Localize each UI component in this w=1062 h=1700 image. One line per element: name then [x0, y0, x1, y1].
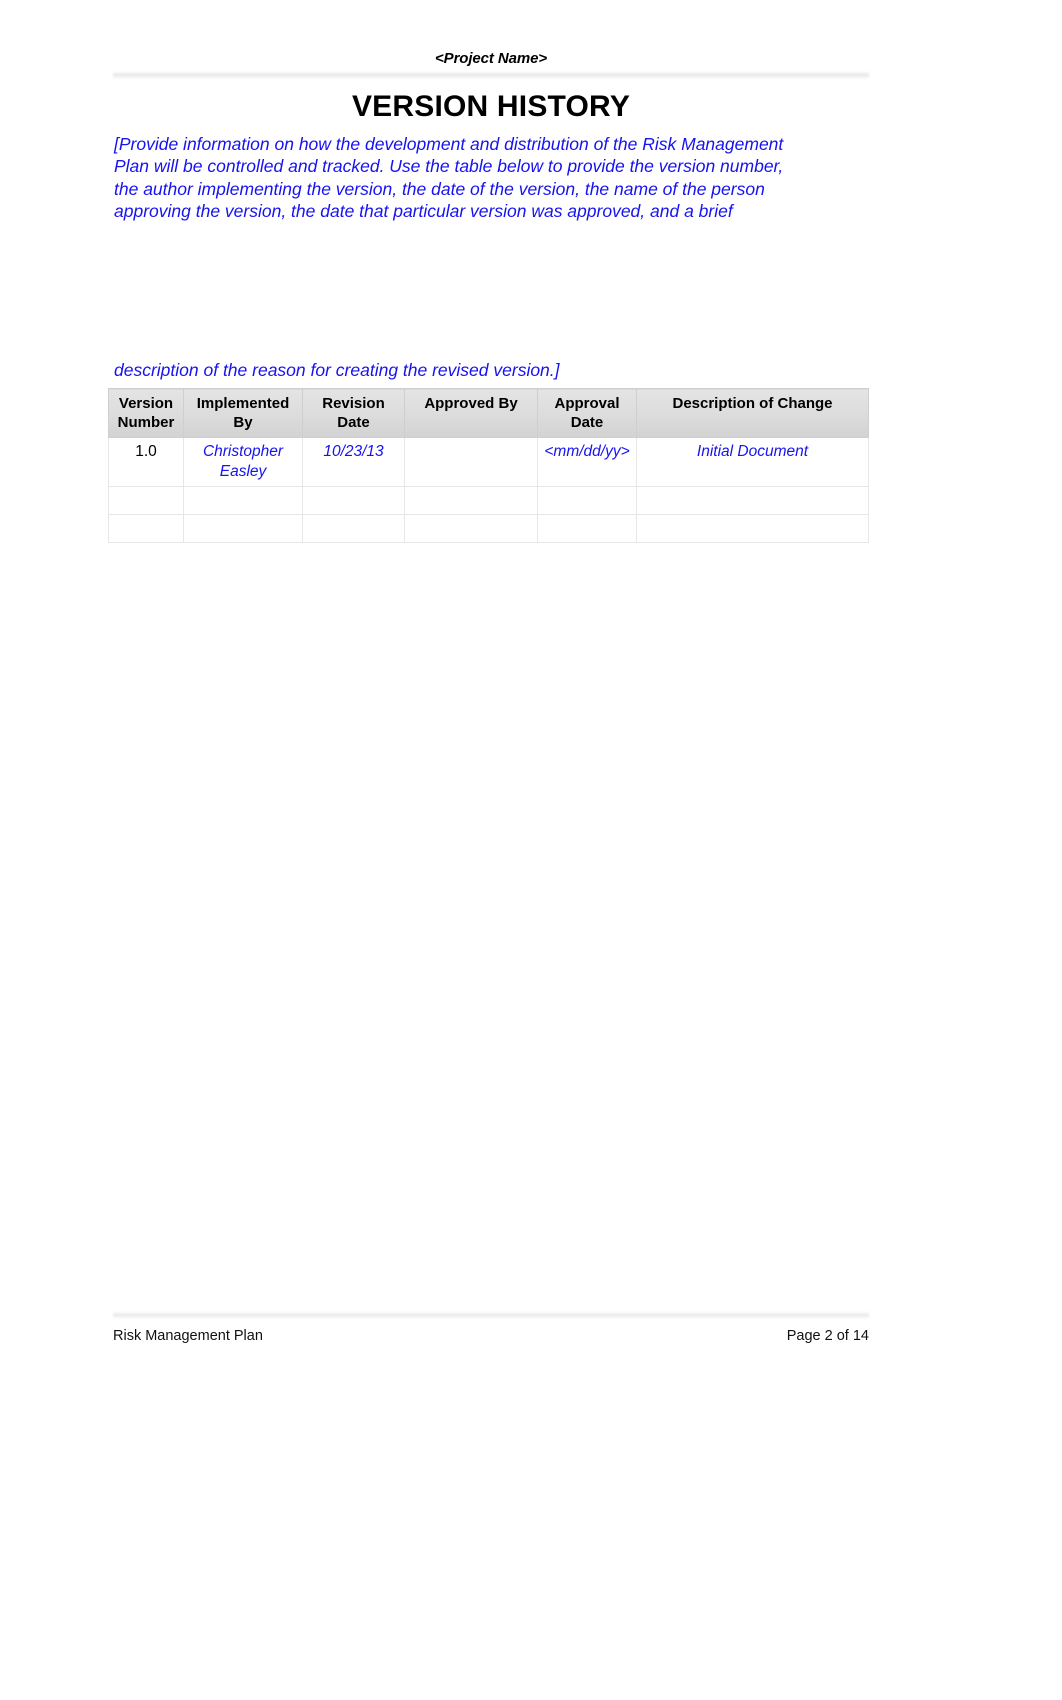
instruction-line-3: the author implementing the version, the…	[114, 178, 765, 199]
cell-implemented-by[interactable]: Christopher Easley	[183, 437, 303, 487]
cell-description-of-change[interactable]: Initial Document	[636, 437, 869, 487]
cell-approved-by[interactable]	[404, 437, 538, 487]
instruction-line-4: approving the version, the date that par…	[114, 200, 733, 221]
cell-implemented-by[interactable]	[183, 486, 303, 515]
instruction-paragraph: [Provide information on how the developm…	[114, 133, 869, 222]
footer-page-number: Page 2 of 14	[786, 1328, 869, 1344]
cell-approved-by[interactable]	[404, 514, 538, 543]
cell-approval-date[interactable]	[537, 514, 637, 543]
page-header: <Project Name>	[113, 50, 869, 79]
instruction-line-1: [Provide information on how the developm…	[114, 134, 784, 154]
cell-revision-date[interactable]	[302, 514, 405, 543]
table-header-row: Version Number Implemented By Revision D…	[108, 388, 869, 438]
page-footer: Risk Management Plan Page 2 of 14	[113, 1328, 869, 1344]
cell-revision-date[interactable]	[302, 486, 405, 515]
instruction-line-5: description of the reason for creating t…	[114, 360, 560, 380]
column-header-approved-by: Approved By	[404, 388, 538, 438]
instruction-line-2: Plan will be controlled and tracked. Use…	[114, 156, 784, 177]
footer-divider	[113, 1312, 869, 1319]
cell-revision-date[interactable]: 10/23/13	[302, 437, 405, 487]
cell-version-number[interactable]	[108, 486, 184, 515]
column-header-revision-date: Revision Date	[302, 388, 405, 438]
project-name-placeholder: <Project Name>	[435, 50, 547, 67]
cell-description-of-change[interactable]	[636, 486, 869, 515]
column-header-implemented-by: Implemented By	[183, 388, 303, 438]
column-header-description-of-change: Description of Change	[636, 388, 869, 438]
cell-version-number[interactable]	[108, 514, 184, 543]
cell-implemented-by[interactable]	[183, 514, 303, 543]
column-header-version-number: Version Number	[108, 388, 184, 438]
table-row[interactable]: 1.0 Christopher Easley 10/23/13 <mm/dd/y…	[108, 437, 869, 487]
cell-approval-date[interactable]	[537, 486, 637, 515]
version-history-table: Version Number Implemented By Revision D…	[108, 388, 869, 543]
page-title: VERSION HISTORY	[351, 90, 631, 123]
table-row[interactable]	[108, 486, 869, 515]
cell-approved-by[interactable]	[404, 486, 538, 515]
column-header-approval-date: Approval Date	[537, 388, 637, 438]
table-row[interactable]	[108, 514, 869, 543]
footer-document-name: Risk Management Plan	[113, 1328, 263, 1344]
cell-description-of-change[interactable]	[636, 514, 869, 543]
cell-version-number[interactable]: 1.0	[108, 437, 184, 487]
cell-approval-date[interactable]: <mm/dd/yy>	[537, 437, 637, 487]
header-divider	[113, 72, 869, 79]
document-page: <Project Name> VERSION HISTORY [Provide …	[0, 0, 1062, 1700]
